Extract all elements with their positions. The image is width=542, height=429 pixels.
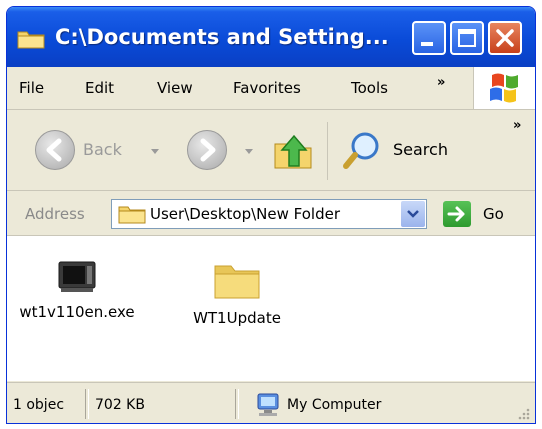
back-dropdown-arrow[interactable] bbox=[151, 149, 159, 154]
status-separator bbox=[85, 389, 89, 419]
go-label[interactable]: Go bbox=[483, 205, 504, 223]
windows-logo bbox=[473, 67, 535, 109]
file-name: wt1v110en.exe bbox=[19, 303, 135, 321]
close-icon bbox=[496, 29, 514, 47]
toolbar-overflow-chevron[interactable]: » bbox=[513, 118, 521, 133]
address-value[interactable]: User\Desktop\New Folder bbox=[150, 205, 340, 223]
menu-tools[interactable]: Tools bbox=[351, 79, 388, 97]
maximize-icon bbox=[458, 29, 476, 47]
address-bar: Address User\Desktop\New Folder Go bbox=[7, 191, 535, 236]
minimize-icon bbox=[421, 42, 433, 46]
executable-icon bbox=[58, 261, 96, 292]
explorer-window: C:\Documents and Setting... File Edit Vi… bbox=[6, 6, 536, 424]
toolbar-separator bbox=[327, 122, 328, 180]
status-bar: 1 objec 702 KB My Computer bbox=[7, 382, 535, 423]
forward-button[interactable] bbox=[187, 130, 227, 170]
menu-file[interactable]: File bbox=[19, 79, 44, 97]
windows-flag-icon bbox=[490, 73, 518, 103]
go-arrow-icon bbox=[447, 206, 465, 222]
address-label: Address bbox=[25, 205, 85, 223]
back-arrow-icon bbox=[46, 138, 62, 162]
search-label[interactable]: Search bbox=[393, 140, 448, 159]
folder-icon bbox=[17, 31, 45, 49]
menu-overflow-chevron[interactable]: » bbox=[437, 75, 445, 90]
folder-icon bbox=[214, 265, 260, 299]
window-title: C:\Documents and Setting... bbox=[55, 25, 389, 49]
file-name: WT1Update bbox=[193, 309, 281, 327]
standard-toolbar: Back Search » bbox=[7, 110, 535, 191]
folder-icon bbox=[118, 206, 146, 224]
menu-bar: File Edit View Favorites Tools » bbox=[7, 67, 535, 110]
status-object-count: 1 objec bbox=[13, 397, 65, 413]
close-button[interactable] bbox=[488, 21, 522, 55]
file-item-folder[interactable]: WT1Update bbox=[177, 256, 297, 330]
address-dropdown-button[interactable] bbox=[401, 201, 425, 227]
file-list: wt1v110en.exe WT1Update bbox=[7, 236, 535, 381]
status-size: 702 KB bbox=[95, 397, 145, 413]
go-button[interactable] bbox=[443, 201, 471, 227]
status-separator bbox=[235, 389, 239, 419]
chevron-down-icon bbox=[407, 210, 419, 218]
menu-favorites[interactable]: Favorites bbox=[233, 79, 301, 97]
address-field[interactable]: User\Desktop\New Folder bbox=[111, 199, 427, 229]
up-folder-icon[interactable] bbox=[271, 128, 315, 172]
maximize-button[interactable] bbox=[450, 21, 484, 55]
file-item-exe[interactable]: wt1v110en.exe bbox=[17, 256, 137, 324]
menu-view[interactable]: View bbox=[157, 79, 193, 97]
my-computer-icon bbox=[257, 393, 279, 416]
minimize-button[interactable] bbox=[412, 21, 446, 55]
back-label[interactable]: Back bbox=[83, 140, 122, 159]
title-bar[interactable]: C:\Documents and Setting... bbox=[7, 7, 535, 67]
resize-grip-icon[interactable] bbox=[515, 407, 531, 423]
status-zone: My Computer bbox=[287, 397, 382, 413]
search-icon[interactable] bbox=[341, 128, 385, 172]
forward-dropdown-arrow[interactable] bbox=[245, 149, 253, 154]
forward-arrow-icon bbox=[200, 138, 216, 162]
menu-edit[interactable]: Edit bbox=[85, 79, 114, 97]
back-button[interactable] bbox=[35, 130, 75, 170]
